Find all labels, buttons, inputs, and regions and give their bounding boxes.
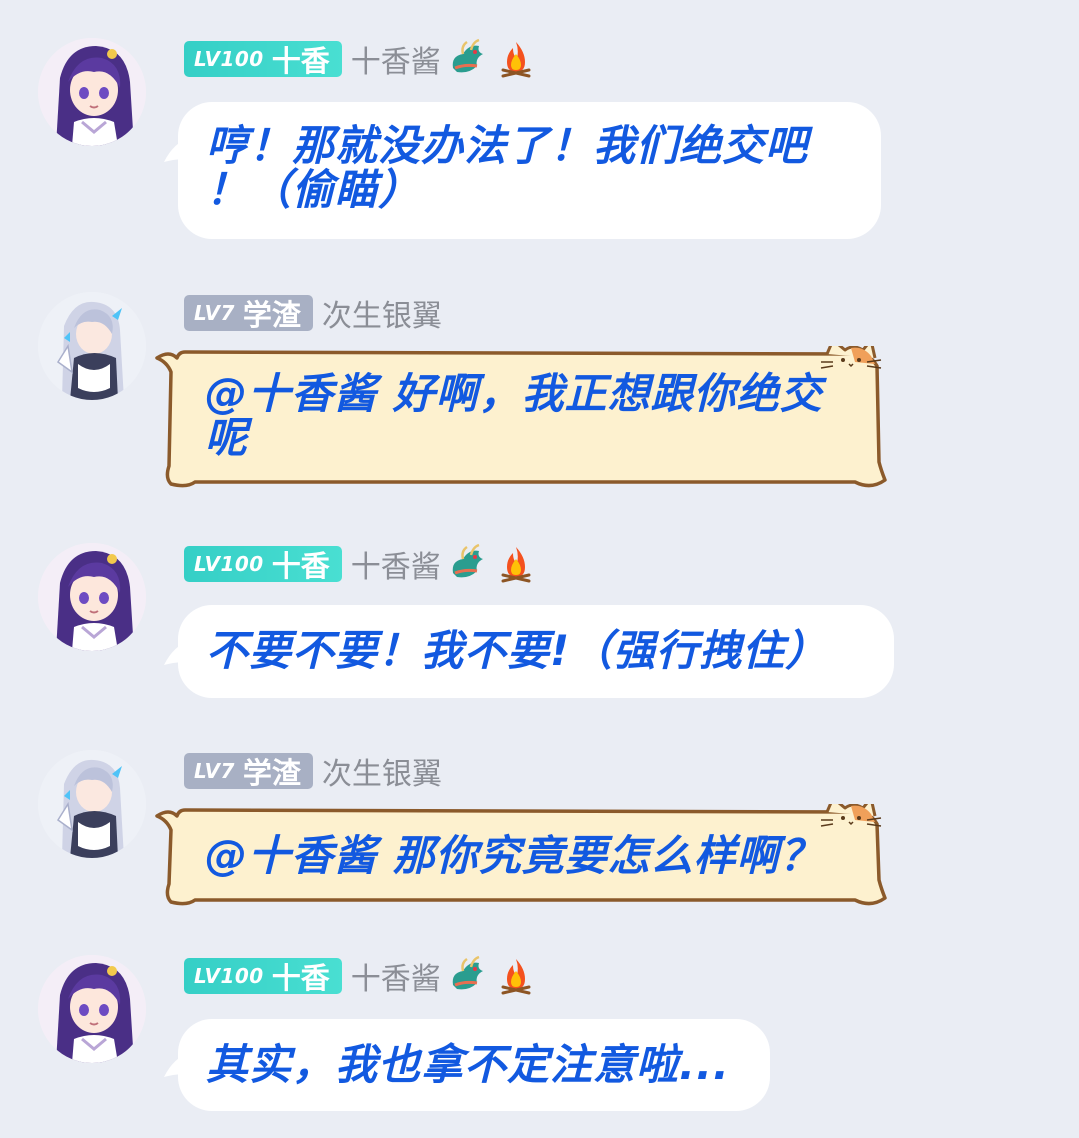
title-label: 学渣 [242, 298, 301, 332]
message-text-line: 哼！那就没办法了！我们绝交吧 [206, 121, 809, 170]
message-header: LV100 十香 十香酱 [184, 954, 537, 998]
avatar[interactable] [38, 38, 146, 146]
title-label: 十香 [271, 549, 330, 583]
title-label: 十香 [271, 961, 330, 995]
sender-name[interactable]: 十香酱 [351, 542, 441, 586]
sender-name[interactable]: 十香酱 [351, 37, 441, 81]
sender-name[interactable]: 次生银翼 [322, 291, 442, 335]
avatar[interactable] [38, 543, 146, 651]
message-header: LV7 学渣 次生银翼 [184, 291, 442, 335]
level-badge[interactable]: LV7 学渣 [184, 295, 313, 332]
level-label: LV7 [194, 301, 235, 325]
message-text-line: @十香酱 那你究竟要怎么样啊？ [205, 831, 823, 880]
message-text: @十香酱 好啊，我正想跟你绝交 呢 [205, 372, 823, 460]
message-bubble[interactable]: 哼！那就没办法了！我们绝交吧 ！（偷瞄） [178, 102, 881, 239]
dragon-icon [447, 543, 489, 585]
level-badge[interactable]: LV100 十香 [184, 958, 342, 995]
message-bubble[interactable]: 其实，我也拿不定注意啦... [178, 1019, 770, 1111]
message-bubble[interactable]: @十香酱 那你究竟要怎么样啊？ [155, 804, 895, 908]
fire-icon [495, 38, 537, 80]
message-text-line: 其实，我也拿不定注意啦... [206, 1040, 730, 1089]
avatar[interactable] [38, 750, 146, 858]
fire-icon [495, 543, 537, 585]
sender-name[interactable]: 次生银翼 [322, 749, 442, 793]
message-bubble[interactable]: 不要不要！我不要!（强行拽住） [178, 605, 894, 698]
message-text-line: ！（偷瞄） [206, 165, 422, 214]
message-text: @十香酱 那你究竟要怎么样啊？ [205, 834, 823, 878]
level-label: LV100 [194, 964, 264, 988]
level-badge[interactable]: LV7 学渣 [184, 753, 313, 790]
message-header: LV7 学渣 次生银翼 [184, 749, 442, 793]
avatar[interactable] [38, 955, 146, 1063]
avatar[interactable] [38, 292, 146, 400]
title-label: 学渣 [242, 756, 301, 790]
level-badge[interactable]: LV100 十香 [184, 41, 342, 78]
fire-icon [495, 955, 537, 997]
message-bubble[interactable]: @十香酱 好啊，我正想跟你绝交 呢 [155, 346, 895, 492]
dragon-icon [447, 38, 489, 80]
level-badge[interactable]: LV100 十香 [184, 546, 342, 583]
sender-name[interactable]: 十香酱 [351, 954, 441, 998]
title-label: 十香 [271, 44, 330, 78]
message-text-line: @十香酱 好啊，我正想跟你绝交 [205, 369, 823, 418]
message-header: LV100 十香 十香酱 [184, 37, 537, 81]
level-label: LV100 [194, 47, 264, 71]
message-text-line: 呢 [205, 413, 249, 462]
dragon-icon [447, 955, 489, 997]
level-label: LV100 [194, 552, 264, 576]
level-label: LV7 [194, 759, 235, 783]
message-header: LV100 十香 十香酱 [184, 542, 537, 586]
message-text-line: 不要不要！我不要!（强行拽住） [206, 626, 829, 675]
